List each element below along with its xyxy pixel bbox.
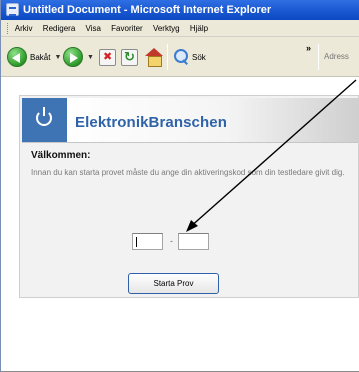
menu-grip bbox=[7, 23, 9, 35]
stop-icon bbox=[99, 48, 116, 66]
refresh-icon bbox=[121, 48, 138, 66]
browser-window: Untitled Document - Microsoft Internet E… bbox=[0, 0, 359, 372]
welcome-heading: Välkommen: bbox=[31, 150, 91, 161]
ie-app-icon bbox=[6, 3, 19, 16]
toolbar-overflow-chevron[interactable]: » bbox=[306, 43, 311, 53]
menu-arkiv[interactable]: Arkiv bbox=[15, 24, 33, 33]
brand-name: ElektronikBranschen bbox=[75, 114, 227, 131]
menu-hjalp[interactable]: Hjälp bbox=[190, 24, 208, 33]
home-button[interactable] bbox=[144, 45, 164, 69]
search-button[interactable]: Sök bbox=[173, 45, 206, 69]
toolbar: Bakåt ▼ ▼ Sök » Adress bbox=[1, 37, 359, 77]
login-panel: ElektronikBranschen Välkommen: Innan du … bbox=[19, 95, 359, 298]
window-title: Untitled Document - Microsoft Internet E… bbox=[23, 4, 272, 16]
activation-code-part2-input[interactable] bbox=[178, 233, 209, 250]
back-label: Bakåt bbox=[30, 52, 51, 62]
title-bar: Untitled Document - Microsoft Internet E… bbox=[1, 0, 359, 20]
stop-button[interactable] bbox=[99, 45, 116, 69]
activation-code-part1-input[interactable] bbox=[132, 233, 163, 250]
menu-redigera[interactable]: Redigera bbox=[43, 24, 75, 33]
page-content: ElektronikBranschen Välkommen: Innan du … bbox=[2, 78, 359, 371]
text-cursor bbox=[136, 237, 137, 247]
back-dropdown-icon[interactable]: ▼ bbox=[54, 54, 61, 61]
refresh-button[interactable] bbox=[121, 45, 138, 69]
toolbar-separator bbox=[318, 44, 319, 70]
start-test-button[interactable]: Starta Prov bbox=[128, 273, 219, 294]
forward-icon bbox=[63, 47, 83, 67]
power-icon bbox=[36, 107, 53, 126]
address-label: Adress bbox=[324, 52, 349, 61]
menu-bar: Arkiv Redigera Visa Favoriter Verktyg Hj… bbox=[1, 20, 359, 37]
menu-verktyg[interactable]: Verktyg bbox=[153, 24, 180, 33]
forward-button[interactable]: ▼ bbox=[63, 45, 94, 69]
menu-favoriter[interactable]: Favoriter bbox=[111, 24, 143, 33]
menu-visa[interactable]: Visa bbox=[86, 24, 101, 33]
home-icon bbox=[144, 48, 164, 67]
search-label: Sök bbox=[192, 52, 206, 62]
forward-dropdown-icon[interactable]: ▼ bbox=[87, 54, 94, 61]
logo bbox=[22, 98, 67, 142]
search-icon bbox=[173, 49, 189, 65]
back-icon bbox=[7, 47, 27, 67]
instruction-text: Innan du kan starta provet måste du ange… bbox=[31, 168, 345, 177]
back-button[interactable]: Bakåt ▼ bbox=[7, 45, 61, 69]
code-separator: - bbox=[170, 236, 173, 246]
toolbar-separator bbox=[167, 44, 168, 70]
header-divider bbox=[22, 142, 358, 143]
